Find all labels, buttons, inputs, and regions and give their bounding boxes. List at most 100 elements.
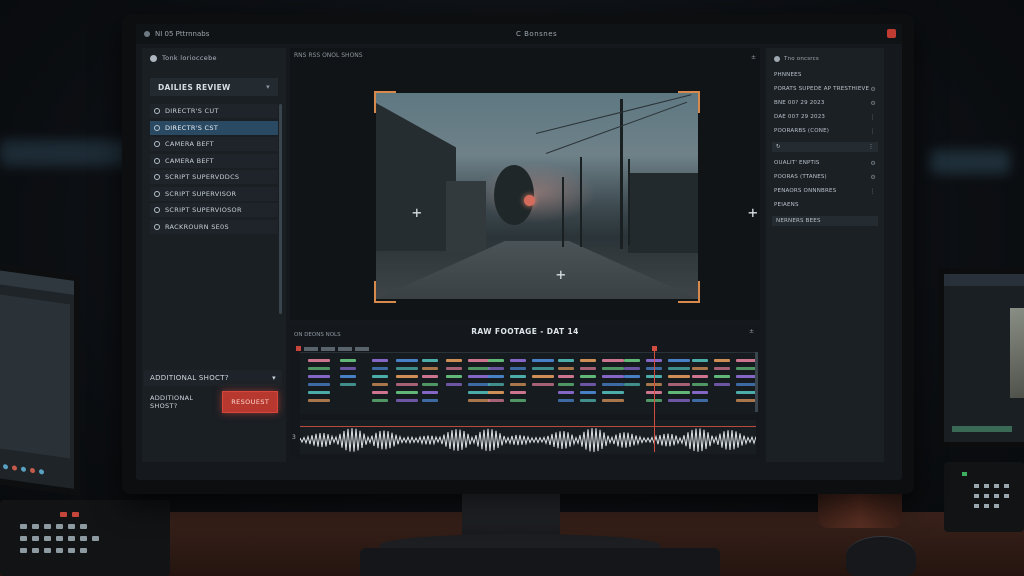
metadata-row[interactable]: PHNNEES [766, 68, 884, 82]
timeline-scrollbar[interactable] [755, 352, 758, 412]
list-item-selected[interactable]: DIRECTR'S CST [150, 120, 278, 135]
timeline-clip[interactable] [372, 359, 388, 362]
metadata-row[interactable]: PENAORS ONNNBRES ⋮ [766, 184, 884, 198]
timeline-clip[interactable] [580, 375, 596, 378]
playhead[interactable] [654, 348, 655, 452]
chevron-down-icon[interactable]: ▾ [266, 83, 270, 91]
timeline-clip[interactable] [468, 359, 490, 362]
radio-icon[interactable] [154, 124, 160, 131]
tool-button[interactable] [338, 346, 352, 351]
timeline-clip[interactable] [624, 367, 640, 370]
dailies-review-header[interactable]: DAILIES REVIEW ▾ [150, 78, 278, 96]
timeline-clip[interactable] [422, 399, 438, 402]
tool-button[interactable] [321, 346, 335, 351]
timeline-clip[interactable] [668, 359, 690, 362]
timeline-clip[interactable] [488, 359, 504, 362]
timeline-clip[interactable] [468, 391, 490, 394]
timeline-clip[interactable] [488, 391, 504, 394]
timeline-clip[interactable] [692, 383, 708, 386]
radio-icon[interactable] [154, 223, 160, 230]
video-frame[interactable] [376, 93, 698, 299]
timeline-clip[interactable] [396, 383, 418, 386]
timeline-clip[interactable] [372, 383, 388, 386]
more-icon[interactable]: ⋮ [868, 144, 874, 150]
metadata-row[interactable]: OUALIT' ENPTIS ⚙ [766, 156, 884, 170]
timeline-clip[interactable] [308, 399, 330, 402]
more-icon[interactable]: ⋮ [870, 188, 876, 195]
timeline-clip[interactable] [692, 391, 708, 394]
timeline-clip[interactable] [396, 367, 418, 370]
timeline-clip[interactable] [580, 367, 596, 370]
timeline-clip[interactable] [446, 383, 462, 386]
timeline-clip[interactable] [532, 359, 554, 362]
timeline-clip[interactable] [602, 383, 624, 386]
timeline-clip[interactable] [308, 383, 330, 386]
timeline-clip[interactable] [372, 391, 388, 394]
timeline-clip[interactable] [668, 399, 690, 402]
timeline-clip[interactable] [668, 383, 690, 386]
timeline-clip[interactable] [488, 399, 504, 402]
timeline-clip[interactable] [446, 367, 462, 370]
timeline-clip[interactable] [446, 359, 462, 362]
timeline-clip[interactable] [532, 383, 554, 386]
timeline-clip[interactable] [340, 359, 356, 362]
metadata-row[interactable]: PORATS SUPEDE AP TRESTHIEVE ⚙ [766, 82, 884, 96]
timeline-clip[interactable] [422, 383, 438, 386]
timeline-clip[interactable] [468, 383, 490, 386]
timeline-clip[interactable] [396, 391, 418, 394]
timeline-clip[interactable] [624, 375, 640, 378]
timeline-clip[interactable] [714, 383, 730, 386]
metadata-row[interactable]: PEIAENS [766, 198, 884, 212]
timeline-clip[interactable] [308, 359, 330, 362]
more-icon[interactable]: ⋮ [870, 128, 876, 135]
additional-shot-header[interactable]: ADDITIONAL SHOCT? ▾ [144, 370, 282, 386]
list-item[interactable]: SCRIPT SUPERVISOR [150, 186, 278, 201]
timeline-clip[interactable] [558, 367, 574, 370]
timeline-clip[interactable] [340, 383, 356, 386]
timeline-clip[interactable] [580, 399, 596, 402]
timeline-clip[interactable] [558, 383, 574, 386]
tool-button[interactable] [304, 346, 318, 351]
timeline-clip[interactable] [558, 399, 574, 402]
timeline-clip[interactable] [714, 359, 730, 362]
timeline-clip[interactable] [446, 375, 462, 378]
timeline-clip[interactable] [396, 359, 418, 362]
timeline-clip[interactable] [372, 399, 388, 402]
timeline-clip[interactable] [714, 367, 730, 370]
chevron-down-icon[interactable]: ▾ [272, 374, 276, 382]
list-item[interactable]: CAMERA BEFT [150, 137, 278, 151]
timeline-clip[interactable] [602, 375, 624, 378]
metadata-row[interactable]: POORARBS (CONE) ⋮ [766, 124, 884, 138]
timeline-clip[interactable] [580, 391, 596, 394]
sidebar-scrollbar[interactable] [279, 104, 282, 314]
list-item[interactable]: RACKROURN SE0S [150, 219, 278, 234]
timeline-clip[interactable] [602, 359, 624, 362]
gear-icon[interactable]: ⚙ [870, 160, 876, 167]
metadata-divider-bar[interactable]: ↻ ⋮ [772, 142, 878, 152]
timeline-clip[interactable] [532, 367, 554, 370]
timeline-clip[interactable] [510, 383, 526, 386]
timeline-clip[interactable] [668, 375, 690, 378]
timeline-clip[interactable] [308, 367, 330, 370]
profile-row[interactable]: Tonk lorioccebe [142, 48, 286, 68]
timeline-clip[interactable] [422, 391, 438, 394]
timeline-clip[interactable] [692, 399, 708, 402]
timeline-clip[interactable] [692, 359, 708, 362]
timeline-clip[interactable] [488, 375, 504, 378]
metadata-row[interactable]: POORAS (TTANES) ⚙ [766, 170, 884, 184]
radio-icon[interactable] [154, 157, 160, 164]
metadata-row[interactable]: DAE 007 29 2023 ⋮ [766, 110, 884, 124]
list-item[interactable]: SCRIPT SUPERVIOSOR [150, 203, 278, 217]
list-item[interactable]: SCRIPT SUPERVDDCS [150, 170, 278, 184]
radio-icon[interactable] [154, 174, 160, 180]
timeline-clip[interactable] [510, 375, 526, 378]
timeline-clip[interactable] [468, 399, 490, 402]
timeline-clip[interactable] [488, 367, 504, 370]
gear-icon[interactable]: ⚙ [870, 100, 876, 107]
gear-icon[interactable]: ⚙ [870, 174, 876, 181]
more-icon[interactable]: ⋮ [870, 114, 876, 121]
timeline-clip[interactable] [372, 375, 388, 378]
timeline-clip[interactable] [624, 383, 640, 386]
timeline-clip[interactable] [668, 367, 690, 370]
list-item[interactable]: CAMERA BEFT [150, 153, 278, 168]
